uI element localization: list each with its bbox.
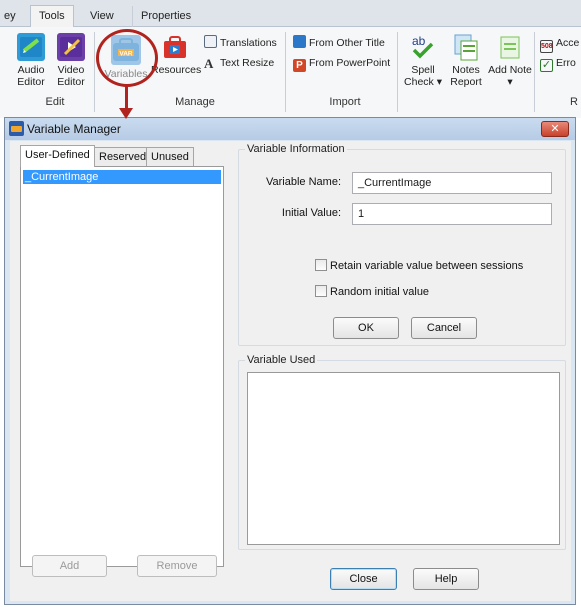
dialog-title: Variable Manager — [27, 122, 121, 136]
variable-used-legend: Variable Used — [245, 354, 318, 366]
variable-information-group: Variable Information Variable Name: _Cur… — [238, 143, 566, 346]
notes-report-label-1: Notes — [452, 64, 480, 76]
group-separator — [285, 32, 286, 112]
random-initial-label: Random initial value — [330, 286, 430, 298]
tab-properties[interactable]: Properties — [132, 6, 199, 27]
text-resize-icon: A — [204, 56, 214, 71]
add-note-icon — [496, 33, 524, 61]
notes-report-button[interactable]: Notes Report — [448, 33, 484, 88]
tab-unused[interactable]: Unused — [146, 147, 194, 166]
variable-manager-icon — [9, 121, 24, 136]
retain-value-checkbox[interactable]: Retain variable value between sessions — [315, 259, 523, 273]
add-note-label: Add Note — [488, 64, 532, 76]
group-separator — [397, 32, 398, 112]
translations-icon — [204, 35, 217, 48]
group-label-review: R — [570, 96, 578, 108]
add-note-button[interactable]: Add Note ▾ — [488, 33, 532, 88]
video-editor-button[interactable]: Video Editor — [53, 33, 89, 88]
notes-report-icon — [452, 33, 480, 61]
spell-check-label-2: Check ▾ — [404, 76, 442, 88]
add-note-dropdown-icon: ▾ — [507, 76, 513, 88]
arrow-line — [125, 86, 128, 110]
add-button[interactable]: Add — [32, 555, 107, 577]
arrow-down-icon — [119, 108, 133, 119]
audio-editor-label-2: Editor — [17, 76, 45, 88]
variable-information-legend: Variable Information — [245, 143, 347, 155]
resources-button[interactable]: Resources — [151, 33, 202, 76]
accessibility-icon: 508 — [540, 40, 553, 53]
help-button[interactable]: Help — [413, 568, 479, 590]
from-other-title-button[interactable]: From Other Title — [293, 35, 385, 51]
tab-tools[interactable]: Tools — [30, 5, 74, 28]
group-label-edit: Edit — [45, 96, 65, 108]
resources-icon — [161, 33, 189, 61]
powerpoint-icon: P — [293, 59, 306, 72]
from-other-title-label: From Other Title — [309, 37, 385, 49]
variable-name-field[interactable]: _CurrentImage — [352, 172, 552, 194]
variable-list[interactable]: _CurrentImage — [20, 166, 224, 567]
remove-button[interactable]: Remove — [137, 555, 217, 577]
dialog-client: User-Defined Reserved Unused _CurrentIma… — [10, 141, 571, 601]
group-separator — [534, 32, 535, 112]
retain-value-checkbox-box[interactable] — [315, 259, 327, 271]
translations-button[interactable]: Translations — [204, 35, 277, 51]
group-label-manage: Manage — [175, 96, 215, 108]
initial-value-field[interactable]: 1 — [352, 203, 552, 225]
tab-user-defined[interactable]: User-Defined — [20, 145, 95, 167]
group-separator — [94, 32, 95, 112]
audio-editor-label-1: Audio — [17, 64, 45, 76]
list-item[interactable]: _CurrentImage — [23, 170, 221, 184]
text-resize-label: Text Resize — [220, 57, 275, 69]
variable-name-label: Variable Name: — [266, 176, 341, 188]
tab-partial[interactable]: ey — [0, 6, 24, 27]
cancel-button[interactable]: Cancel — [411, 317, 477, 339]
error-check-icon: ✓ — [540, 59, 553, 72]
random-initial-checkbox-box[interactable] — [315, 285, 327, 297]
spell-check-icon: ab — [409, 33, 437, 61]
group-label-import: Import — [329, 96, 361, 108]
spell-check-label-1: Spell — [411, 64, 435, 76]
error-check-label: Erro — [556, 57, 576, 69]
variable-used-list[interactable] — [247, 372, 560, 545]
acce-label: Acce — [556, 37, 580, 49]
dialog-titlebar[interactable]: Variable Manager ✕ — [5, 118, 575, 140]
random-initial-checkbox[interactable]: Random initial value — [315, 285, 429, 299]
audio-editor-icon — [17, 33, 45, 61]
from-powerpoint-label: From PowerPoint — [309, 57, 391, 69]
tab-view[interactable]: View — [82, 6, 122, 27]
acce-button[interactable]: 508 Acce — [540, 35, 580, 53]
error-check-button[interactable]: ✓ Erro — [540, 55, 576, 72]
svg-text:ab: ab — [412, 34, 426, 48]
notes-report-label-2: Report — [450, 76, 482, 88]
close-icon[interactable]: ✕ — [541, 121, 569, 137]
ribbon: ey Tools View Properties Audio Editor Vi… — [0, 0, 581, 118]
variable-manager-dialog: Variable Manager ✕ User-Defined Reserved… — [4, 117, 576, 605]
initial-value-label: Initial Value: — [281, 207, 341, 219]
translations-label: Translations — [220, 37, 277, 49]
text-resize-button[interactable]: A Text Resize — [204, 55, 274, 71]
spell-check-button[interactable]: ab Spell Check ▾ — [404, 33, 442, 88]
video-editor-label-1: Video — [57, 64, 85, 76]
ok-button[interactable]: OK — [333, 317, 399, 339]
video-editor-label-2: Editor — [57, 76, 85, 88]
ribbon-tab-row: ey Tools View Properties — [0, 0, 581, 28]
audio-editor-button[interactable]: Audio Editor — [14, 33, 48, 88]
from-powerpoint-button[interactable]: P From PowerPoint — [293, 55, 391, 72]
highlight-circle — [96, 29, 158, 87]
retain-value-label: Retain variable value between sessions — [330, 260, 524, 272]
variable-used-group: Variable Used — [238, 354, 566, 550]
other-title-icon — [293, 35, 306, 48]
tab-reserved[interactable]: Reserved — [94, 147, 152, 166]
resources-label: Resources — [151, 64, 202, 76]
video-editor-icon — [57, 33, 85, 61]
close-button[interactable]: Close — [330, 568, 397, 590]
